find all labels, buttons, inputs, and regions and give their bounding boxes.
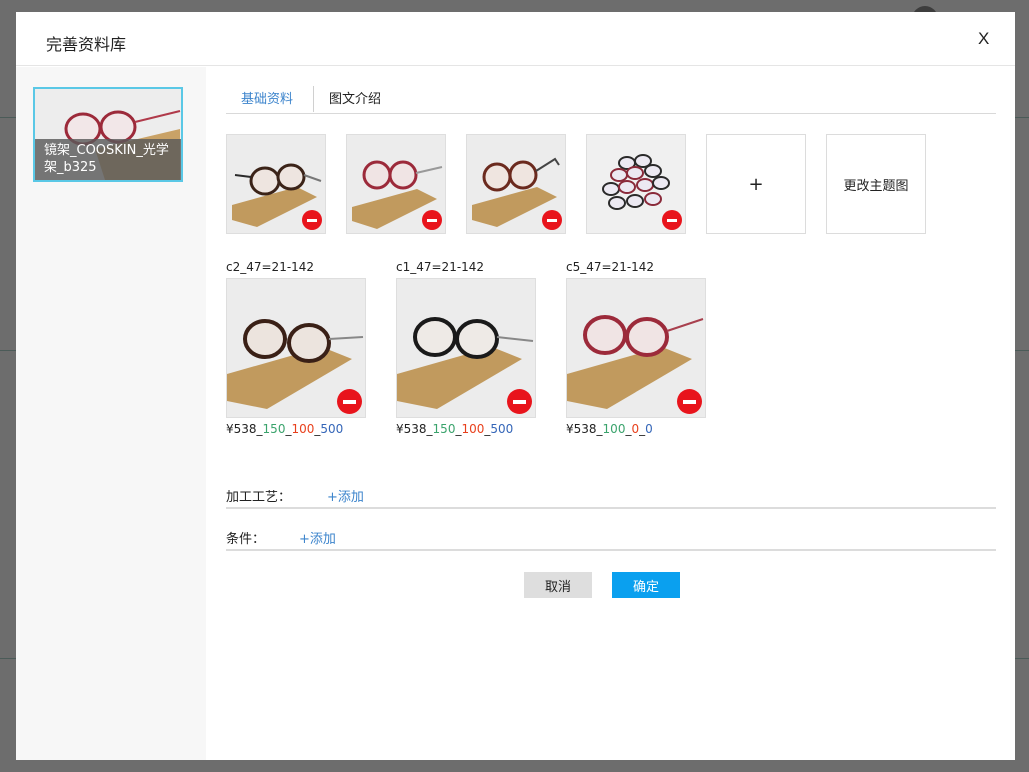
price-value: 538 <box>233 422 257 436</box>
variant-price: ¥538_150_100_500 <box>396 422 514 436</box>
gallery-image[interactable] <box>346 134 446 234</box>
variant-code: c5_47=21-142 <box>566 260 655 274</box>
add-image-button[interactable]: + <box>706 134 806 234</box>
stock-value-b: 0 <box>631 422 640 436</box>
variant-card: c5_47=21-142 ¥538_100_0_0 <box>566 260 706 436</box>
add-condition-link[interactable]: +添加 <box>299 528 336 547</box>
sidebar-item-product[interactable]: 镜架_COOSKIN_光学架_b325 <box>33 87 183 182</box>
variant-code: c1_47=21-142 <box>396 260 485 274</box>
sidebar: 镜架_COOSKIN_光学架_b325 <box>16 67 206 760</box>
currency-symbol: ¥ <box>226 422 234 436</box>
remove-variant-button[interactable] <box>677 389 702 414</box>
stock-value-a: 150 <box>262 422 286 436</box>
main-panel: 基础资料 图文介绍 + 更改主题图 c2_47=21-142 ¥538_150_… <box>226 67 1006 760</box>
gallery-image[interactable] <box>586 134 686 234</box>
price-value: 538 <box>573 422 597 436</box>
condition-label: 条件： <box>226 532 266 547</box>
stock-value-b: 100 <box>291 422 315 436</box>
variant-card: c1_47=21-142 ¥538_150_100_500 <box>396 260 536 436</box>
close-button[interactable]: X <box>978 29 989 49</box>
sidebar-item-label: 镜架_COOSKIN_光学架_b325 <box>35 139 181 180</box>
variant-image[interactable] <box>566 278 706 418</box>
modal-title: 完善资料库 <box>46 35 127 54</box>
price-value: 538 <box>403 422 427 436</box>
modal-header: 完善资料库 X <box>16 12 1015 66</box>
variant-image[interactable] <box>226 278 366 418</box>
process-label: 加工工艺： <box>226 490 292 505</box>
gallery-image[interactable] <box>466 134 566 234</box>
remove-variant-button[interactable] <box>507 389 532 414</box>
process-row: 加工工艺： +添加 <box>226 486 996 509</box>
variant-price: ¥538_150_100_500 <box>226 422 344 436</box>
remove-image-button[interactable] <box>302 210 322 230</box>
stock-value-b: 100 <box>461 422 485 436</box>
remove-image-button[interactable] <box>542 210 562 230</box>
stock-value-a: 100 <box>602 422 626 436</box>
remove-image-button[interactable] <box>662 210 682 230</box>
confirm-button[interactable]: 确定 <box>612 572 680 598</box>
gallery-image[interactable] <box>226 134 326 234</box>
tab-divider <box>313 86 314 112</box>
stock-value-c: 0 <box>645 422 653 436</box>
stock-value-a: 150 <box>432 422 456 436</box>
currency-symbol: ¥ <box>396 422 404 436</box>
add-process-link[interactable]: +添加 <box>327 486 364 505</box>
tab-image-text[interactable]: 图文介绍 <box>329 88 381 107</box>
remove-variant-button[interactable] <box>337 389 362 414</box>
stock-value-c: 500 <box>490 422 514 436</box>
variant-image[interactable] <box>396 278 536 418</box>
tab-bar: 基础资料 图文介绍 <box>226 86 996 114</box>
change-main-image-button[interactable]: 更改主题图 <box>826 134 926 234</box>
remove-image-button[interactable] <box>422 210 442 230</box>
variant-card: c2_47=21-142 ¥538_150_100_500 <box>226 260 366 436</box>
library-modal: 完善资料库 X 镜架_COOSKIN_光学架_b325 基础资料 图文介绍 + … <box>16 12 1015 760</box>
condition-row: 条件： +添加 <box>226 528 996 551</box>
stock-value-c: 500 <box>320 422 344 436</box>
variant-price: ¥538_100_0_0 <box>566 422 653 436</box>
currency-symbol: ¥ <box>566 422 574 436</box>
cancel-button[interactable]: 取消 <box>524 572 592 598</box>
variant-code: c2_47=21-142 <box>226 260 315 274</box>
tab-basic-info[interactable]: 基础资料 <box>241 88 293 107</box>
